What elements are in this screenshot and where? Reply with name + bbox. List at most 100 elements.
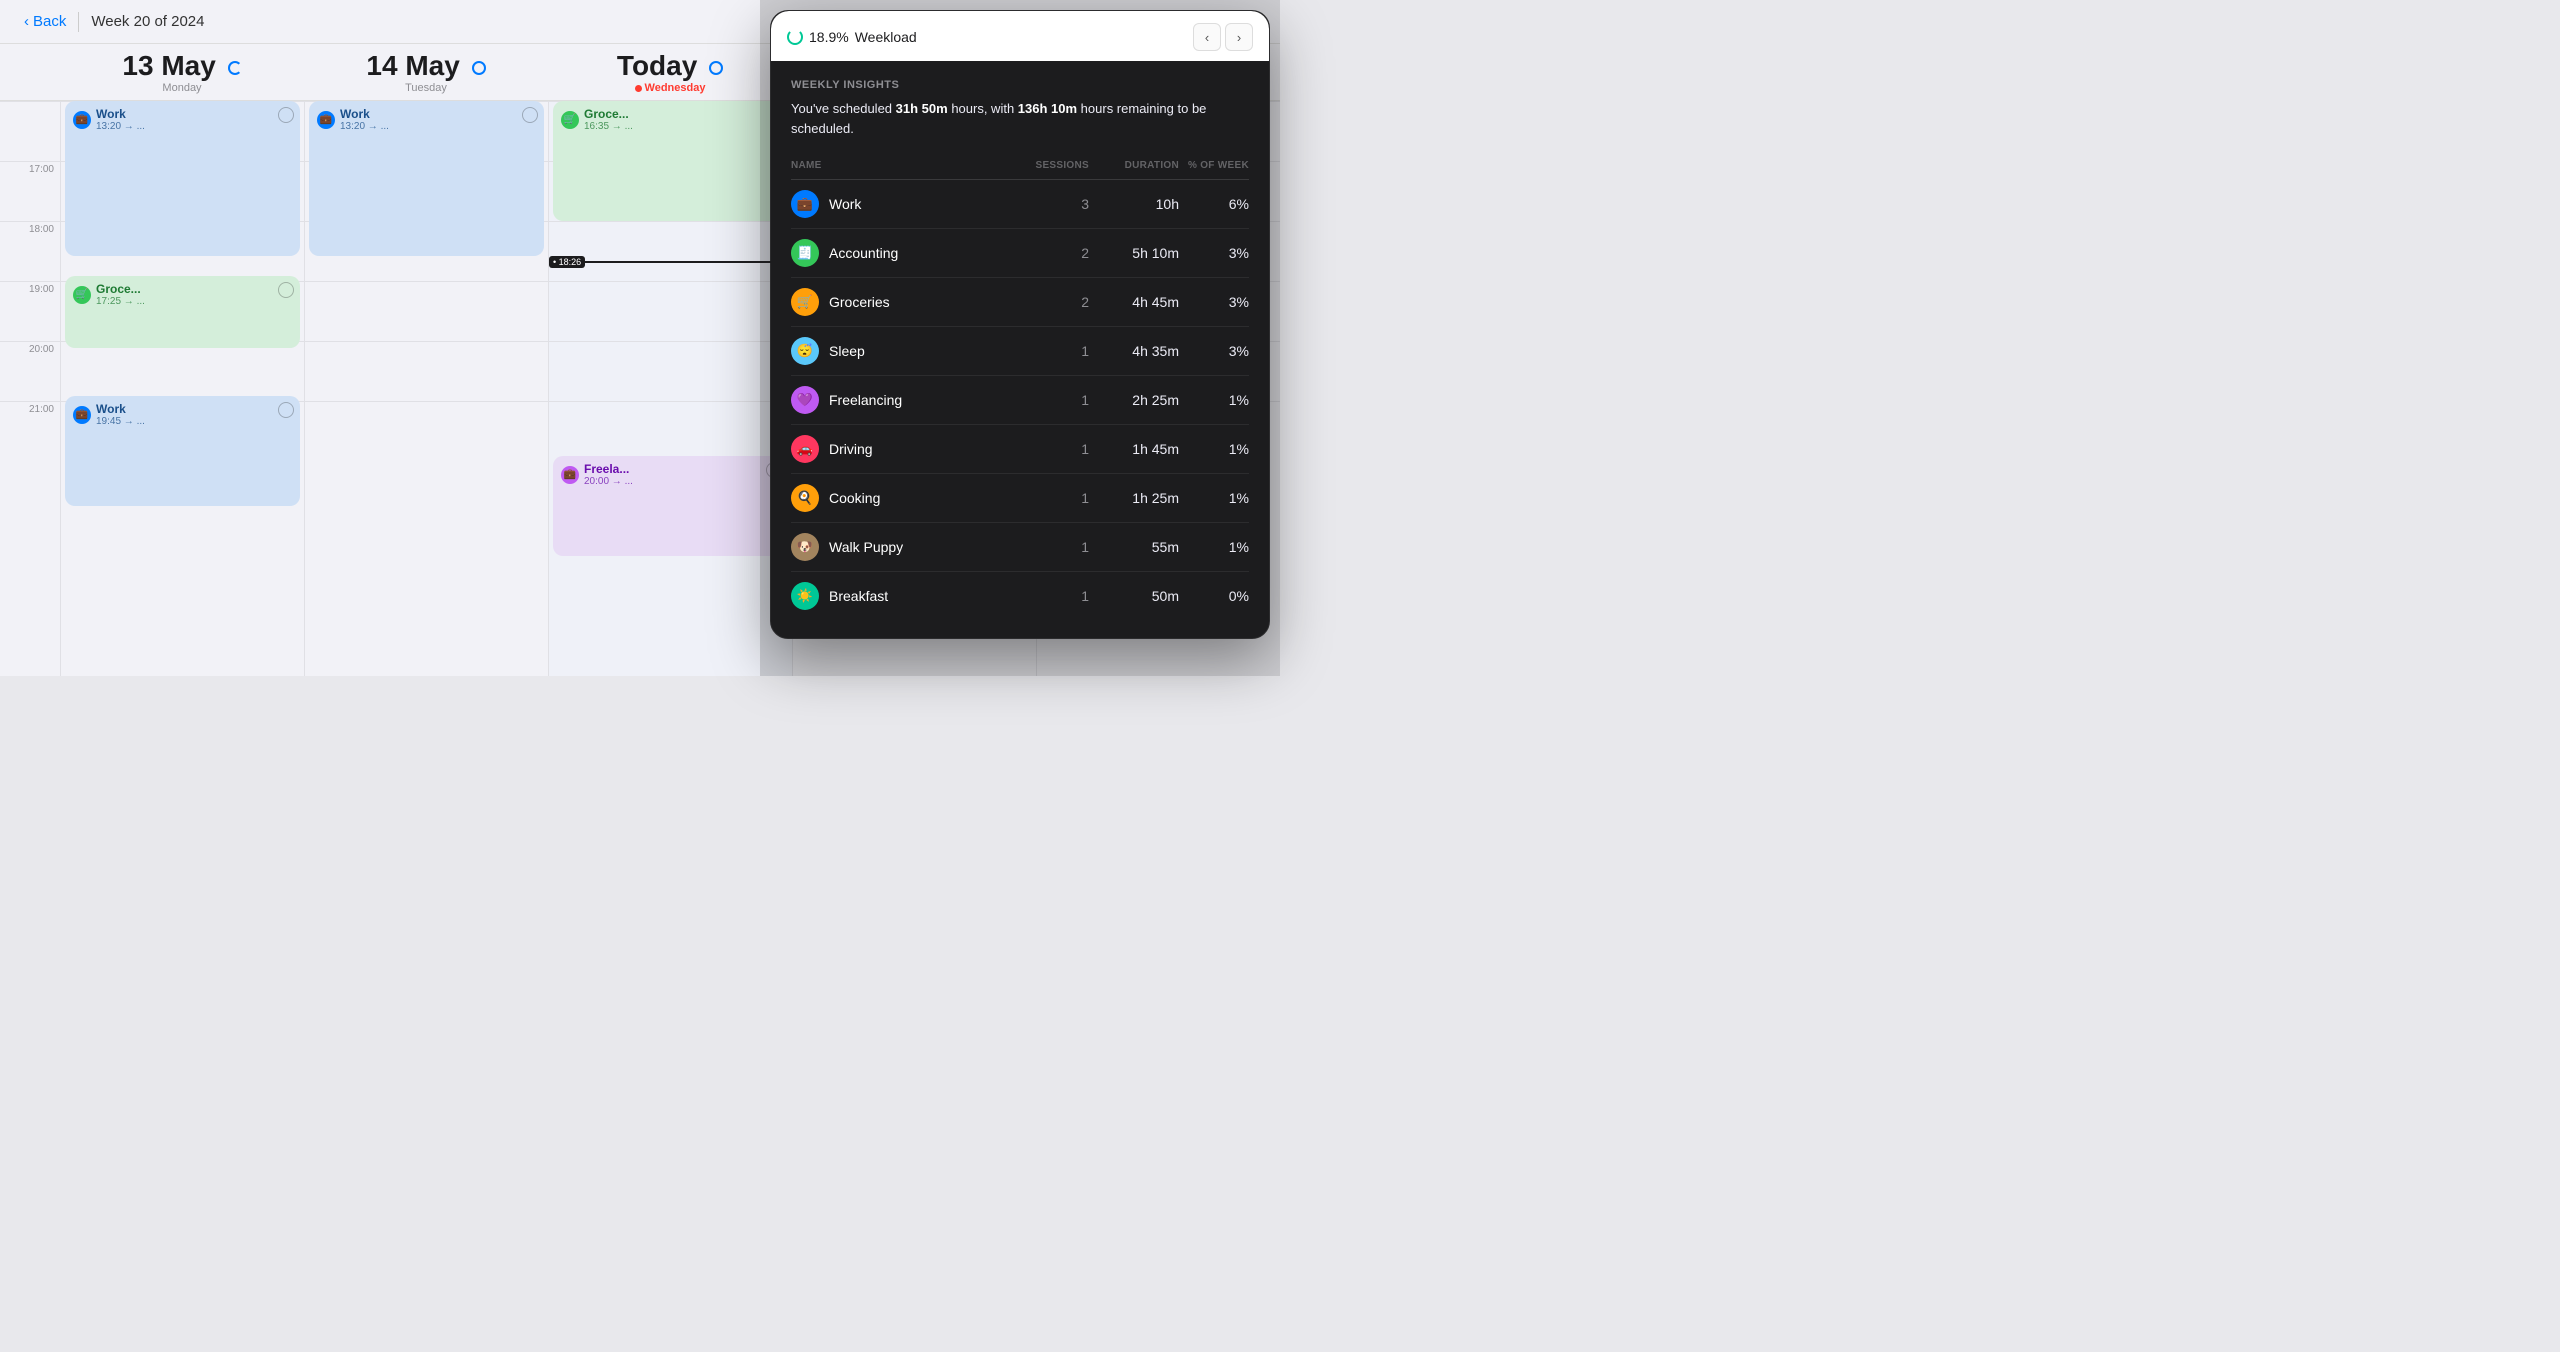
table-row-driving[interactable]: 🚗 Driving 1 1h 45m 1% [791,425,1249,474]
row-pct: 1% [1179,490,1249,506]
row-pct: 3% [1179,343,1249,359]
mon-event-work-1320[interactable]: 💼 Work 13:20 → ... [65,101,300,256]
work-check-mon[interactable] [278,107,294,123]
weekload-badge: 18.9% Weekload [787,29,917,45]
scheduled-hours: 31h 50m [896,101,948,116]
work-icon-tue: 💼 [317,111,335,129]
remaining-hours: 136h 10m [1018,101,1077,116]
day-column-today: 🛒 Groce... 16:35 → ... • 18:26 💼 Freela.… [548,101,792,676]
tue-event-work-1320[interactable]: 💼 Work 13:20 → ... [309,101,544,256]
row-duration: 1h 25m [1089,490,1179,506]
row-duration: 50m [1089,588,1179,604]
row-pct: 0% [1179,588,1249,604]
table-row-walk-puppy[interactable]: 🐶 Walk Puppy 1 55m 1% [791,523,1249,572]
th-name: NAME [791,160,1009,171]
day-name-today: Wednesday [552,82,788,94]
time-slot-1800: 18:00 [0,221,60,281]
freelancing-icon-today: 💼 [561,466,579,484]
row-label: Groceries [829,294,890,310]
row-name: 🧾 Accounting [791,239,1009,267]
row-icon: 😴 [791,337,819,365]
row-name: ☀️ Breakfast [791,582,1009,610]
time-gutter-header [0,52,60,94]
table-row-sleep[interactable]: 😴 Sleep 1 4h 35m 3% [791,327,1249,376]
panel-header-bar: 18.9% Weekload ‹ › [771,11,1269,61]
row-sessions: 2 [1009,294,1089,310]
row-name: 🍳 Cooking [791,484,1009,512]
row-pct: 3% [1179,245,1249,261]
mon-event-work-1945[interactable]: 💼 Work 19:45 → ... [65,396,300,506]
next-arrow-button[interactable]: › [1225,23,1253,51]
insights-summary: You've scheduled 31h 50m hours, with 136… [791,99,1249,138]
day-date-today: Today [552,52,788,80]
row-pct: 1% [1179,441,1249,457]
weekload-spinner-icon [787,29,803,45]
groceries-title-mon: Groce... [96,282,145,296]
row-duration: 55m [1089,539,1179,555]
panel-arrow [1010,10,1030,11]
row-pct: 1% [1179,539,1249,555]
table-rows: 💼 Work 3 10h 6% 🧾 Accounting 2 5h 10m 3%… [791,180,1249,620]
row-duration: 2h 25m [1089,392,1179,408]
today-event-freelancing[interactable]: 💼 Freela... 20:00 → ... [553,456,788,556]
work2-check-mon[interactable] [278,402,294,418]
row-name: 💜 Freelancing [791,386,1009,414]
today-indicator [709,61,723,75]
time-slot-2100: 21:00 [0,401,60,461]
row-sessions: 3 [1009,196,1089,212]
work-time-mon: 13:20 → ... [96,121,145,132]
th-pct: % OF WEEK [1179,160,1249,171]
row-icon: 🛒 [791,288,819,316]
day-column-mon: 💼 Work 13:20 → ... 🛒 Groce... 17:25 → ..… [60,101,304,676]
work-title-tue: Work [340,107,389,121]
table-row-work[interactable]: 💼 Work 3 10h 6% [791,180,1249,229]
row-label: Work [829,196,861,212]
table-row-freelancing[interactable]: 💜 Freelancing 1 2h 25m 1% [791,376,1249,425]
time-slot-2000: 20:00 [0,341,60,401]
work-check-tue[interactable] [522,107,538,123]
groceries-check-mon[interactable] [278,282,294,298]
time-slot-1900: 19:00 [0,281,60,341]
table-row-cooking[interactable]: 🍳 Cooking 1 1h 25m 1% [791,474,1249,523]
row-icon: 🐶 [791,533,819,561]
mon-slot-5 [61,341,304,401]
table-row-accounting[interactable]: 🧾 Accounting 2 5h 10m 3% [791,229,1249,278]
row-duration: 4h 35m [1089,343,1179,359]
weekload-percentage: 18.9% [809,29,849,45]
time-column: 17:00 18:00 19:00 20:00 21:00 [0,101,60,676]
row-sessions: 1 [1009,588,1089,604]
weekload-label: Weekload [855,29,917,45]
tue-indicator [472,61,486,75]
row-name: 🚗 Driving [791,435,1009,463]
row-icon: 💜 [791,386,819,414]
th-duration: DURATION [1089,160,1179,171]
row-name: 🐶 Walk Puppy [791,533,1009,561]
groceries-title-today: Groce... [584,107,633,121]
day-header-mon: 13 May Monday [60,52,304,94]
groceries-icon-mon: 🛒 [73,286,91,304]
row-label: Accounting [829,245,898,261]
time-slot-1700: 17:00 [0,161,60,221]
table-row-groceries[interactable]: 🛒 Groceries 2 4h 45m 3% [791,278,1249,327]
day-date-mon: 13 May [64,52,300,80]
today-dot-icon [635,85,642,92]
prev-arrow-button[interactable]: ‹ [1193,23,1221,51]
table-row-breakfast[interactable]: ☀️ Breakfast 1 50m 0% [791,572,1249,620]
work-time-tue: 13:20 → ... [340,121,389,132]
work-icon: 💼 [73,111,91,129]
row-icon: 🧾 [791,239,819,267]
day-date-tue: 14 May [308,52,544,80]
work2-icon-mon: 💼 [73,406,91,424]
row-icon: 💼 [791,190,819,218]
row-duration: 4h 45m [1089,294,1179,310]
insights-section-label: WEEKLY INSIGHTS [791,79,1249,91]
freelancing-time-today: 20:00 → ... [584,476,633,487]
back-button[interactable]: ‹ Back [24,13,66,30]
mon-event-groceries[interactable]: 🛒 Groce... 17:25 → ... [65,276,300,348]
row-label: Driving [829,441,873,457]
week-label: Week 20 of 2024 [91,13,204,30]
today-event-groceries[interactable]: 🛒 Groce... 16:35 → ... [553,101,788,221]
row-duration: 10h [1089,196,1179,212]
back-label: Back [33,13,66,30]
day-name-mon: Monday [64,82,300,94]
